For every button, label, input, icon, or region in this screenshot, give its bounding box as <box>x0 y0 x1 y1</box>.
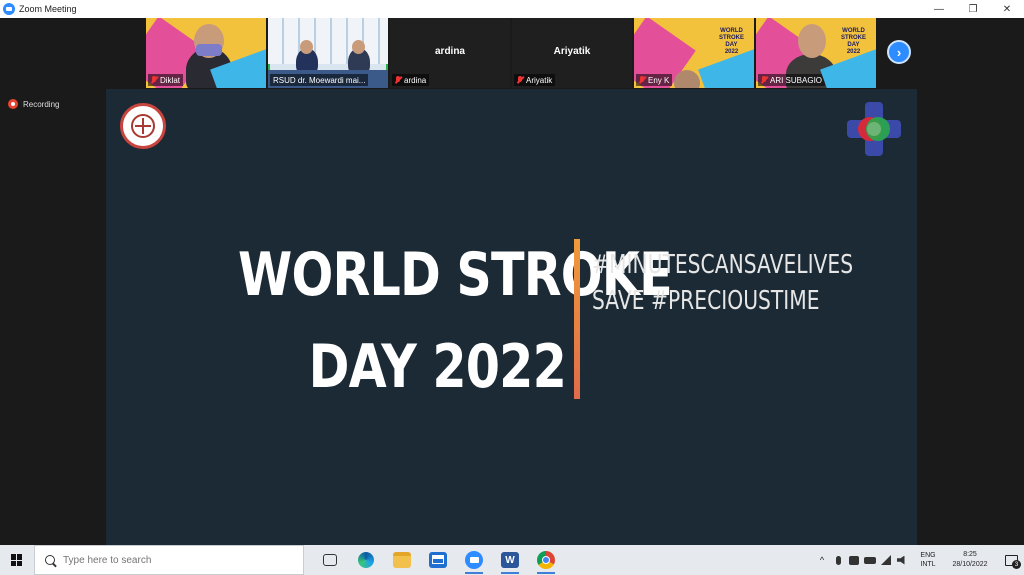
show-hidden-icons-button[interactable]: ^ <box>814 545 830 575</box>
participant-face <box>798 24 826 58</box>
participant-name: RSUD dr. Moewardi mai... <box>273 75 366 85</box>
participant-display-name: ardina <box>434 46 465 57</box>
webcam-icon[interactable] <box>846 545 862 575</box>
battery-icon[interactable] <box>862 545 878 575</box>
volume-icon[interactable] <box>894 545 910 575</box>
edge-icon <box>358 552 374 568</box>
zoom-taskbar-button[interactable] <box>456 545 492 575</box>
participant-name: Ariyatik <box>526 75 553 85</box>
participant-name: ardina <box>404 75 427 85</box>
logo-emblem <box>131 114 155 138</box>
microphone-icon[interactable] <box>830 545 846 575</box>
health-ministry-logo-icon <box>847 102 901 156</box>
mail-button[interactable] <box>420 545 456 575</box>
windows-taskbar: W ^ ENG INTL 8:25 28/10/2022 3 <box>0 545 1024 575</box>
participant-label: Eny K <box>636 74 673 86</box>
participant-tile-diklat[interactable]: Diklat <box>146 18 266 88</box>
shared-screen: WORLD STROKE DAY 2022 #MINUTESCANSAVELIV… <box>106 89 917 545</box>
headline-line: WORLD STROKE <box>238 240 673 310</box>
headline-line: DAY 2022 <box>308 332 567 402</box>
battery-shape <box>864 556 876 564</box>
file-explorer-button[interactable] <box>384 545 420 575</box>
participant-tile-eny-k[interactable]: WORLD STROKE DAY 2022 Eny K <box>634 18 754 88</box>
clock-time: 8:25 <box>963 551 977 558</box>
window-controls: — ❐ ✕ <box>922 0 1024 18</box>
poster-text: WORLD STROKE DAY 2022 <box>718 28 744 55</box>
participant-face <box>674 70 700 88</box>
next-page-button[interactable]: › <box>887 40 911 64</box>
word-button[interactable]: W <box>492 545 528 575</box>
webcam-shape <box>849 555 859 565</box>
chrome-icon <box>537 551 555 569</box>
mic-muted-icon <box>151 76 157 84</box>
restore-button[interactable]: ❐ <box>956 0 990 18</box>
keyboard-layout: INTL <box>920 561 936 568</box>
tagline-line: SAVE #PRECIOUSTIME <box>592 286 820 316</box>
chrome-button[interactable] <box>528 545 564 575</box>
slide-headline: WORLD STROKE DAY 2022 <box>238 229 673 413</box>
folder-icon <box>393 552 411 568</box>
pinned-apps: W <box>312 545 564 575</box>
window-titlebar: Zoom Meeting — ❐ ✕ <box>0 0 1024 18</box>
search-icon <box>45 555 55 565</box>
slide-divider <box>574 239 580 399</box>
minimize-button[interactable]: — <box>922 0 956 18</box>
network-icon[interactable] <box>878 545 894 575</box>
taskbar-search[interactable] <box>34 545 304 575</box>
participant-label: Ariyatik <box>514 74 556 86</box>
zoom-icon <box>465 551 483 569</box>
participant-name: Diklat <box>160 75 181 85</box>
window-title: Zoom Meeting <box>19 4 77 14</box>
notification-badge: 3 <box>1012 560 1021 569</box>
language-code: ENG <box>920 552 936 559</box>
windows-icon <box>11 554 23 566</box>
participant-face <box>300 40 313 54</box>
participant-name: Eny K <box>648 75 670 85</box>
taskbar-clock[interactable]: 8:25 28/10/2022 <box>942 550 998 570</box>
hospital-logo-icon <box>120 103 166 149</box>
participant-strip: Diklat RSUD dr. Moewardi mai... ardina a… <box>146 18 876 88</box>
mic-shape <box>835 555 841 565</box>
participant-label: RSUD dr. Moewardi mai... <box>270 74 369 86</box>
start-button[interactable] <box>0 545 34 575</box>
participant-label: ARI SUBAGIO <box>758 74 826 86</box>
slide-tagline: #MINUTESCANSAVELIVES SAVE #PRECIOUSTIME <box>592 247 853 319</box>
participant-label: Diklat <box>148 74 184 86</box>
participant-display-name: Ariyatik <box>553 46 591 57</box>
notification-center-button[interactable]: 3 <box>998 545 1024 575</box>
zoom-app-icon <box>3 3 15 15</box>
recording-indicator[interactable]: Recording <box>8 99 59 109</box>
recording-icon <box>8 99 18 109</box>
face-mask <box>196 44 222 56</box>
participant-tile-rsud[interactable]: RSUD dr. Moewardi mai... <box>268 18 388 88</box>
mic-muted-icon <box>517 76 523 84</box>
recording-label: Recording <box>23 99 60 109</box>
participant-tile-ari-subagio[interactable]: WORLD STROKE DAY 2022 ARI SUBAGIO <box>756 18 876 88</box>
participant-face <box>352 40 365 54</box>
word-icon: W <box>501 552 519 568</box>
edge-button[interactable] <box>348 545 384 575</box>
participant-label: ardina <box>392 74 430 86</box>
search-input[interactable] <box>63 554 283 566</box>
participant-tile-ardina[interactable]: ardina ardina <box>390 18 510 88</box>
mic-muted-icon <box>395 76 401 84</box>
clock-date: 28/10/2022 <box>952 561 988 568</box>
volume-shape <box>897 555 905 565</box>
tagline-line: #MINUTESCANSAVELIVES <box>592 250 854 280</box>
participant-name: ARI SUBAGIO <box>770 75 823 85</box>
task-view-icon <box>323 554 337 566</box>
language-indicator[interactable]: ENG INTL <box>914 551 942 569</box>
mic-muted-icon <box>639 76 645 84</box>
mic-muted-icon <box>761 76 767 84</box>
system-tray: ^ ENG INTL 8:25 28/10/2022 3 <box>814 545 1024 575</box>
network-shape <box>881 555 891 565</box>
close-button[interactable]: ✕ <box>990 0 1024 18</box>
meeting-area: Diklat RSUD dr. Moewardi mai... ardina a… <box>0 18 1024 545</box>
task-view-button[interactable] <box>312 545 348 575</box>
participant-tile-ariyatik[interactable]: Ariyatik Ariyatik <box>512 18 632 88</box>
mail-icon <box>429 552 447 568</box>
poster-text: WORLD STROKE DAY 2022 <box>840 28 866 55</box>
